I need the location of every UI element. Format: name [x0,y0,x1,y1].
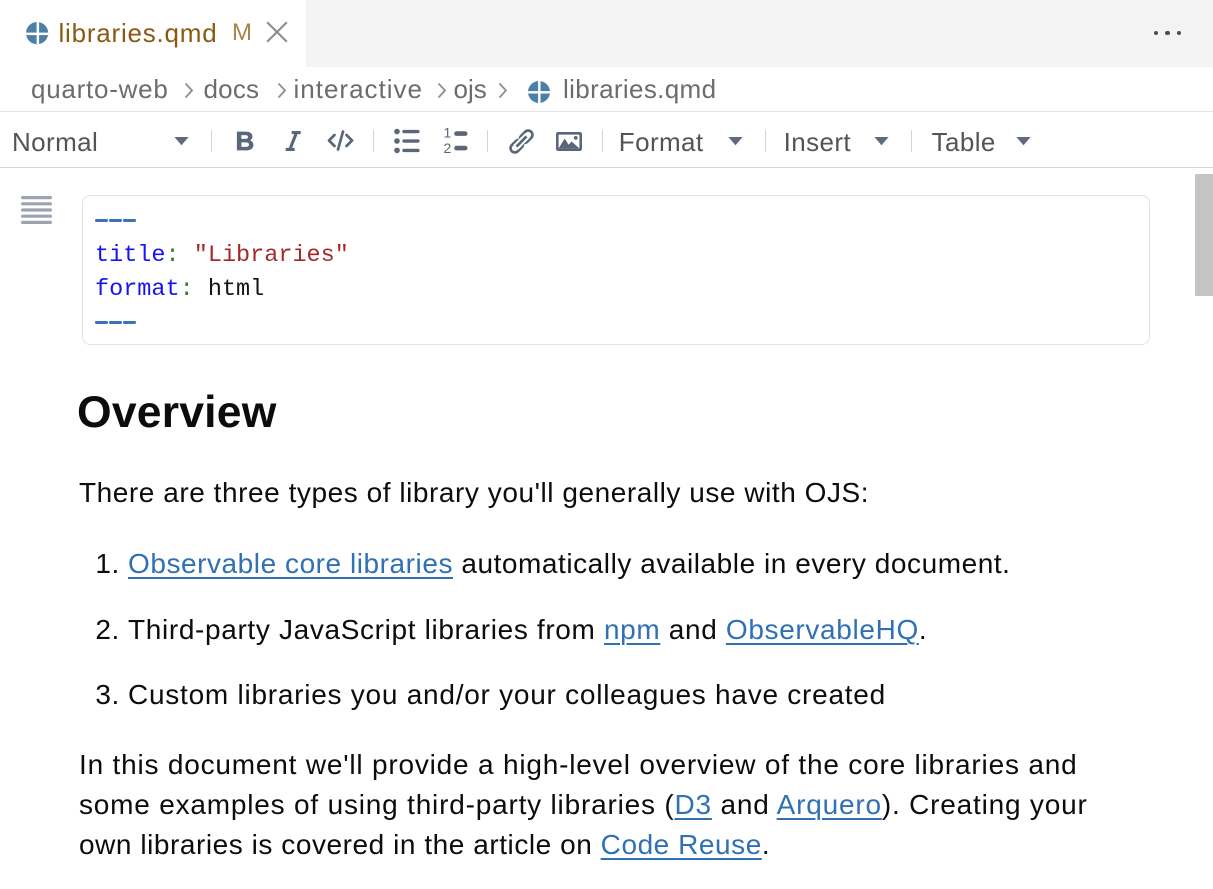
svg-text:1: 1 [444,126,452,141]
svg-text:2: 2 [444,140,452,155]
